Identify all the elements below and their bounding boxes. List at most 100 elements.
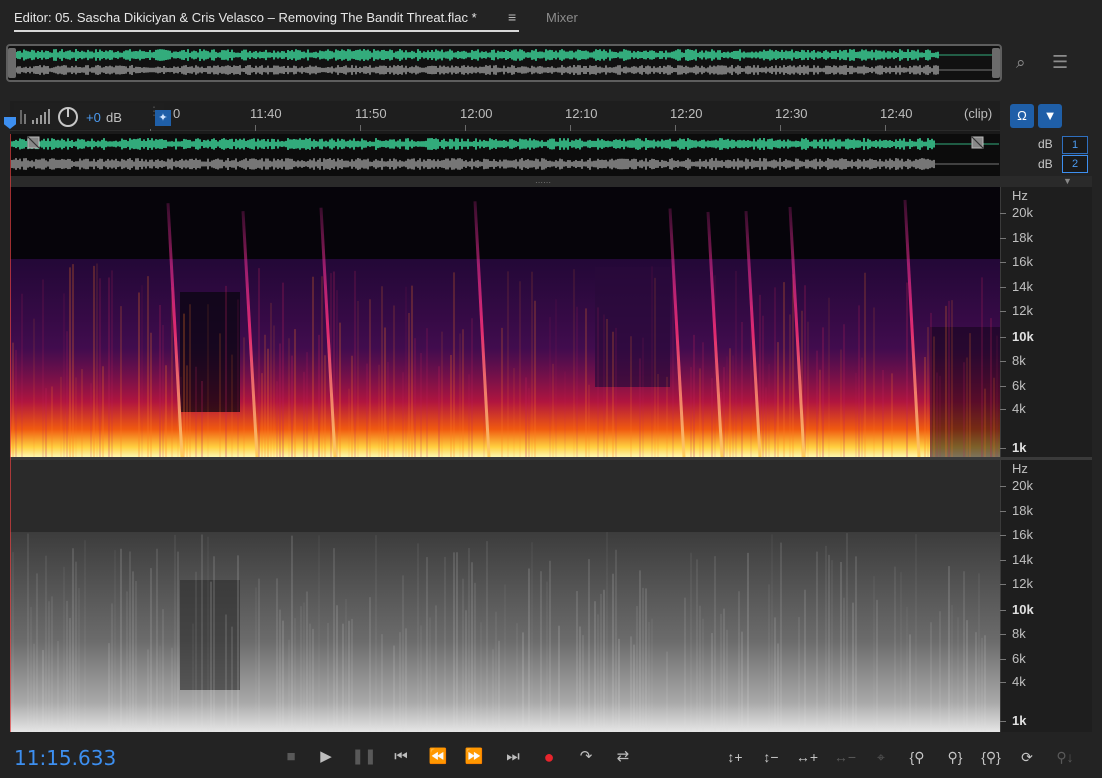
marker-pin-icon[interactable]: ▼ bbox=[1038, 104, 1062, 128]
volume-knob-icon[interactable] bbox=[57, 106, 79, 128]
stop-button[interactable]: ■ bbox=[278, 744, 304, 770]
ruler-tick: 12:00 bbox=[460, 106, 493, 121]
spectrum-top-band bbox=[10, 460, 1000, 532]
frequency-tick bbox=[1000, 511, 1006, 512]
frequency-tick bbox=[1000, 448, 1006, 449]
frequency-tick bbox=[1000, 610, 1006, 611]
resize-grip-icon[interactable]: ⋯⋯ bbox=[535, 178, 551, 187]
spectral-display-channel-2[interactable] bbox=[10, 460, 1000, 732]
frequency-label: 4k bbox=[1012, 401, 1026, 416]
zoom-in-left-icon[interactable]: {⚲ bbox=[902, 744, 932, 770]
spectrum-top-band bbox=[10, 187, 1000, 259]
panel-resize-handle[interactable] bbox=[10, 176, 1092, 187]
go-to-previous-button[interactable]: ⏮ bbox=[388, 744, 414, 770]
channel-2-db-label: dB bbox=[1038, 157, 1053, 171]
zoom-navigator-icon[interactable]: ⌕ bbox=[1016, 53, 1026, 73]
frequency-label: 16k bbox=[1012, 527, 1033, 542]
ruler-tick-mark bbox=[360, 125, 361, 131]
ruler-tick-mark bbox=[255, 125, 256, 131]
tab-mixer[interactable]: Mixer bbox=[546, 10, 578, 25]
ruler-tick-mark bbox=[780, 125, 781, 131]
play-button[interactable]: ▶ bbox=[313, 744, 339, 770]
zoom-in-right-icon[interactable]: ⚲} bbox=[940, 744, 970, 770]
ruler-tick: 11:50 bbox=[355, 106, 387, 121]
ruler-tick-mark bbox=[570, 125, 571, 131]
channel-1-db-label: dB bbox=[1038, 137, 1053, 151]
frequency-tick bbox=[1000, 535, 1006, 536]
frequency-label: 12k bbox=[1012, 303, 1033, 318]
ruler-tick-mark bbox=[675, 125, 676, 131]
current-time-display[interactable]: 11:15.633 bbox=[14, 746, 116, 770]
volume-value[interactable]: +0 bbox=[86, 110, 101, 125]
active-tab-indicator bbox=[14, 30, 519, 32]
frequency-label: 8k bbox=[1012, 353, 1026, 368]
frequency-label: 10k bbox=[1012, 329, 1034, 344]
frequency-label: 20k bbox=[1012, 205, 1033, 220]
frequency-axis-channel-1 bbox=[1000, 187, 1092, 457]
waveform-graphic bbox=[11, 136, 999, 170]
frequency-tick bbox=[1000, 311, 1006, 312]
overview-waveform[interactable] bbox=[6, 44, 1002, 82]
spectral-display-channel-1[interactable] bbox=[10, 187, 1000, 457]
ruler-tick-mark bbox=[885, 125, 886, 131]
list-view-icon[interactable]: ☰ bbox=[1052, 52, 1068, 73]
zoom-in-amplitude-icon[interactable]: ↕+ bbox=[720, 744, 750, 770]
frequency-tick bbox=[1000, 682, 1006, 683]
ruler-tick: 11:40 bbox=[250, 106, 282, 121]
frequency-tick bbox=[1000, 634, 1006, 635]
ruler-tick-mark bbox=[465, 125, 466, 131]
frequency-label: 10k bbox=[1012, 602, 1034, 617]
zoom-frequency-icon[interactable]: ⚲↓ bbox=[1050, 744, 1080, 770]
channel-2-toggle[interactable]: 2 bbox=[1062, 155, 1088, 173]
spectrum-energy-band bbox=[10, 259, 1000, 457]
ruler-tick: 12:20 bbox=[670, 106, 703, 121]
zoom-out-amplitude-icon[interactable]: ↕− bbox=[756, 744, 786, 770]
ruler-clip-label: (clip) bbox=[964, 106, 993, 121]
frequency-label: 12k bbox=[1012, 576, 1033, 591]
ruler-tick: 12:10 bbox=[565, 106, 598, 121]
overview-waveform-graphic bbox=[9, 49, 999, 75]
fast-forward-button[interactable]: ⏩ bbox=[461, 744, 487, 770]
audition-editor-window: Editor: 05. Sascha Dikiciyan & Cris Vela… bbox=[0, 0, 1102, 778]
playhead-line bbox=[10, 134, 11, 732]
go-to-next-button[interactable]: ⏭ bbox=[500, 744, 526, 770]
frequency-label: 18k bbox=[1012, 503, 1033, 518]
tab-editor[interactable]: Editor: 05. Sascha Dikiciyan & Cris Vela… bbox=[14, 10, 477, 25]
spectrum-gap bbox=[180, 580, 240, 690]
overview-left-handle[interactable] bbox=[8, 48, 16, 78]
zoom-to-selection-icon[interactable]: {⚲} bbox=[976, 744, 1006, 770]
zoom-out-time-icon[interactable]: ↔− bbox=[830, 744, 860, 770]
frequency-tick bbox=[1000, 584, 1006, 585]
record-button[interactable]: ● bbox=[536, 744, 562, 770]
spectrum-gap bbox=[180, 292, 240, 412]
zoom-out-full-icon[interactable]: ⌖ bbox=[866, 744, 896, 770]
volume-unit: dB bbox=[106, 110, 122, 125]
zoom-in-time-icon[interactable]: ↔+ bbox=[792, 744, 822, 770]
ruler-tick: 12:40 bbox=[880, 106, 913, 121]
zoom-reset-icon[interactable]: ⟳ bbox=[1012, 744, 1042, 770]
frequency-axis-channel-2 bbox=[1000, 460, 1092, 732]
frequency-tick bbox=[1000, 409, 1006, 410]
headphones-icon[interactable]: Ω bbox=[1010, 104, 1034, 128]
frequency-label: 20k bbox=[1012, 478, 1033, 493]
frequency-label: 6k bbox=[1012, 378, 1026, 393]
pause-button[interactable]: ❚❚ bbox=[351, 744, 377, 770]
frequency-unit-label: Hz bbox=[1012, 461, 1028, 476]
frequency-label: 14k bbox=[1012, 279, 1033, 294]
frequency-label: 4k bbox=[1012, 674, 1026, 689]
pin-icon[interactable]: ✦ bbox=[155, 110, 171, 126]
hamburger-menu-icon[interactable]: ≡ bbox=[508, 9, 516, 25]
frequency-label: 8k bbox=[1012, 626, 1026, 641]
frequency-label: 1k bbox=[1012, 713, 1027, 728]
frequency-tick bbox=[1000, 486, 1006, 487]
frequency-tick bbox=[1000, 238, 1006, 239]
skip-selection-button[interactable]: ⇄ bbox=[610, 744, 636, 770]
level-meter-icon bbox=[20, 109, 50, 124]
channel-1-toggle[interactable]: 1 bbox=[1062, 136, 1088, 154]
collapse-arrow-icon[interactable]: ▼ bbox=[1063, 176, 1072, 186]
rewind-button[interactable]: ⏪ bbox=[425, 744, 451, 770]
loop-playback-button[interactable]: ↷ bbox=[573, 744, 599, 770]
overview-right-handle[interactable] bbox=[992, 48, 1000, 78]
spectrogram-grey bbox=[10, 460, 1000, 732]
waveform-display[interactable] bbox=[10, 134, 1000, 176]
